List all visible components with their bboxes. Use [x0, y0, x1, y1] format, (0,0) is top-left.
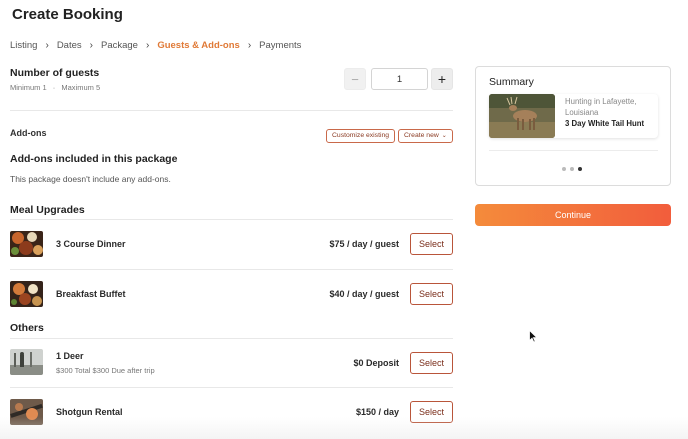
- chevron-right-icon: ›: [89, 40, 93, 51]
- shotgun-thumbnail: [10, 399, 43, 425]
- minus-icon: −: [351, 71, 359, 87]
- divider: [10, 387, 453, 388]
- item-price: $150 / day: [355, 407, 399, 417]
- breadcrumb-guests-addons[interactable]: Guests & Add-ons: [157, 40, 240, 51]
- item-name: 3 Course Dinner: [56, 239, 126, 249]
- carousel-dot[interactable]: [562, 167, 566, 171]
- divider: [10, 110, 453, 111]
- others-title: Others: [10, 322, 44, 334]
- included-addons-text: This package doesn't include any add-ons…: [10, 174, 171, 184]
- breakfast-thumbnail: [10, 281, 43, 307]
- guests-count-input[interactable]: [371, 68, 428, 90]
- increment-guests-button[interactable]: +: [431, 68, 453, 90]
- dinner-thumbnail: [10, 231, 43, 257]
- breadcrumb-package[interactable]: Package: [101, 40, 138, 51]
- decrement-guests-button[interactable]: −: [344, 68, 366, 90]
- mouse-pointer-icon: [529, 330, 538, 343]
- included-addons-title: Add-ons included in this package: [10, 153, 178, 165]
- list-item: 3 Course Dinner $75 / day / guest Select: [10, 231, 453, 261]
- chevron-down-icon: ⌄: [441, 133, 447, 139]
- deer-thumbnail: [10, 349, 43, 375]
- carousel-dot[interactable]: [570, 167, 574, 171]
- guests-maximum: Maximum 5: [61, 83, 101, 92]
- divider: [489, 150, 658, 151]
- carousel-dots: [562, 167, 582, 171]
- select-breakfast-buffet-button[interactable]: Select: [410, 283, 453, 305]
- customize-existing-button[interactable]: Customize existing: [326, 129, 396, 143]
- chevron-right-icon: ›: [145, 40, 150, 51]
- select-shotgun-rental-button[interactable]: Select: [410, 401, 453, 423]
- meal-upgrades-title: Meal Upgrades: [10, 204, 85, 216]
- item-price: $75 / day / guest: [329, 239, 399, 249]
- breadcrumb: Listing › Dates › Package › Guests & Add…: [10, 40, 301, 51]
- breadcrumb-dates[interactable]: Dates: [57, 40, 82, 51]
- summary-package-card[interactable]: Hunting in Lafayette, Louisiana 3 Day Wh…: [489, 94, 658, 138]
- summary-title: Summary: [489, 76, 534, 88]
- item-price: $40 / day / guest: [329, 289, 399, 299]
- page-title: Create Booking: [12, 6, 123, 23]
- summary-location: Hunting in Lafayette, Louisiana: [565, 97, 637, 117]
- list-item: Shotgun Rental $150 / day Select: [10, 399, 453, 429]
- summary-package-name: 3 Day White Tail Hunt: [565, 119, 645, 128]
- list-item: Breakfast Buffet $40 / day / guest Selec…: [10, 281, 453, 311]
- select-3-course-dinner-button[interactable]: Select: [410, 233, 453, 255]
- select-1-deer-button[interactable]: Select: [410, 352, 453, 374]
- guests-limit-separator: ·: [52, 83, 56, 92]
- chevron-right-icon: ›: [247, 40, 252, 51]
- deer-photo: [489, 94, 555, 138]
- carousel-dot-active[interactable]: [578, 167, 582, 171]
- item-name: Shotgun Rental: [56, 407, 123, 417]
- breadcrumb-listing[interactable]: Listing: [10, 40, 37, 51]
- item-name: 1 Deer: [56, 351, 84, 361]
- create-new-label: Create new: [404, 132, 439, 139]
- summary-panel: Summary Hunting in Lafayette, Louisiana …: [475, 66, 671, 186]
- guests-limits: Minimum 1 · Maximum 5: [10, 83, 100, 92]
- create-new-dropdown[interactable]: Create new ⌄: [398, 129, 453, 143]
- guests-title: Number of guests: [10, 67, 100, 79]
- divider: [10, 269, 453, 270]
- breadcrumb-payments[interactable]: Payments: [259, 40, 301, 51]
- item-price: $0 Deposit: [353, 358, 399, 368]
- guests-minimum: Minimum 1: [10, 83, 47, 92]
- divider: [10, 338, 453, 339]
- list-item: 1 Deer $300 Total $300 Due after trip $0…: [10, 349, 453, 379]
- addons-label: Add-ons: [10, 128, 47, 138]
- item-name: Breakfast Buffet: [56, 289, 126, 299]
- item-subtitle: $300 Total $300 Due after trip: [56, 366, 155, 375]
- continue-button[interactable]: Continue: [475, 204, 671, 226]
- divider: [10, 219, 453, 220]
- customize-existing-label: Customize existing: [332, 132, 390, 139]
- chevron-right-icon: ›: [45, 40, 49, 51]
- plus-icon: +: [437, 71, 447, 87]
